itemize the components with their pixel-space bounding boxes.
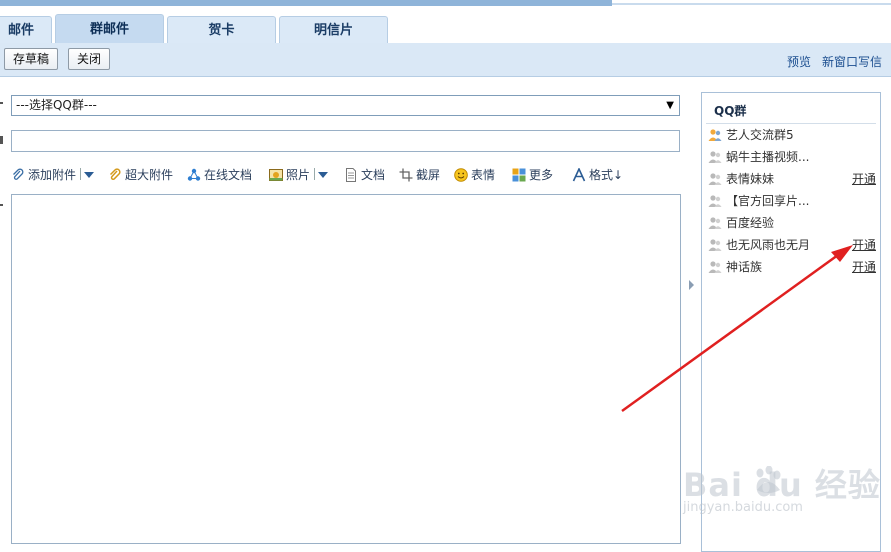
online-doc-tool[interactable]: 在线文档 xyxy=(187,165,252,185)
add-attachment-tool[interactable]: 添加附件 xyxy=(11,165,95,185)
dropdown-arrow-icon: ▼ xyxy=(666,100,674,111)
recipient-label-fragment xyxy=(0,98,4,110)
photo-label: 照片 xyxy=(286,168,311,182)
label-fragment-icon xyxy=(0,102,3,104)
group-item[interactable]: 【官方回享片... xyxy=(706,192,878,210)
online-doc-icon xyxy=(187,168,201,181)
large-paperclip-icon xyxy=(109,168,121,180)
format-label: 格式↓ xyxy=(589,168,624,182)
baidu-paw-icon xyxy=(756,466,781,493)
group-icon xyxy=(708,217,722,229)
group-name: 神话族 xyxy=(726,260,763,274)
group-icon xyxy=(708,239,722,251)
preview-link[interactable]: 预览 xyxy=(787,53,811,70)
group-icon xyxy=(708,195,722,207)
message-body-editor[interactable] xyxy=(11,194,681,544)
group-item[interactable]: 百度经验 xyxy=(706,214,878,232)
large-attachment-tool[interactable]: 超大附件 xyxy=(108,165,173,185)
group-name: 【官方回享片... xyxy=(726,194,810,208)
large-attachment-label: 超大附件 xyxy=(125,168,174,182)
subject-label-fragment xyxy=(0,134,4,146)
group-item[interactable]: 艺人交流群5 xyxy=(706,126,878,144)
online-doc-label: 在线文档 xyxy=(204,168,253,182)
label-fragment-icon xyxy=(0,136,3,144)
tab-group-mail[interactable]: 群邮件 xyxy=(55,14,164,44)
top-bar xyxy=(0,0,612,6)
paperclip-icon xyxy=(13,168,24,180)
group-name: 蜗牛主播视频... xyxy=(726,150,810,164)
chevron-down-icon[interactable] xyxy=(318,172,329,178)
group-open-link[interactable]: 开通 xyxy=(852,236,876,254)
tool-separator xyxy=(80,168,82,180)
editor-tools: 添加附件 超大附件 在线文档 照片 文档 截屏 表情 更多 格式↓ xyxy=(11,165,691,185)
chevron-down-icon[interactable] xyxy=(84,172,95,178)
format-tool[interactable]: 格式↓ xyxy=(572,165,623,185)
document-tool[interactable]: 文档 xyxy=(344,165,385,185)
screenshot-label: 截屏 xyxy=(416,168,441,182)
screenshot-tool[interactable]: 截屏 xyxy=(399,165,440,185)
more-grid-icon xyxy=(512,168,526,182)
group-icon xyxy=(708,151,722,163)
group-icon xyxy=(708,173,722,185)
group-name: 也无风雨也无月 xyxy=(726,238,811,252)
document-icon xyxy=(346,168,356,182)
photo-icon xyxy=(269,169,283,181)
qq-group-select[interactable]: ---选择QQ群--- ▼ xyxy=(11,95,680,116)
tab-postcard[interactable]: 明信片 xyxy=(279,16,388,43)
sidebar-title: QQ群 xyxy=(714,104,747,118)
group-open-link[interactable]: 开通 xyxy=(852,258,876,276)
photo-tool[interactable]: 照片 xyxy=(269,165,329,185)
document-label: 文档 xyxy=(361,168,386,182)
screenshot-icon xyxy=(399,168,413,182)
font-format-icon xyxy=(572,168,586,182)
group-name: 表情妹妹 xyxy=(726,172,775,186)
new-window-link[interactable]: 新窗口写信 xyxy=(822,53,882,70)
compose-toolbar: 存草稿 关闭 预览 新窗口写信 xyxy=(0,43,891,77)
emoticon-tool[interactable]: 表情 xyxy=(454,165,495,185)
body-label-fragment xyxy=(0,200,4,212)
collapse-sidebar-arrow-icon[interactable] xyxy=(689,280,694,290)
add-attachment-label: 添加附件 xyxy=(28,168,77,182)
top-line xyxy=(612,3,891,5)
subject-input[interactable] xyxy=(11,130,680,152)
group-name: 百度经验 xyxy=(726,216,775,230)
tab-greeting-card[interactable]: 贺卡 xyxy=(167,16,276,43)
group-open-link[interactable]: 开通 xyxy=(852,170,876,188)
group-name: 艺人交流群5 xyxy=(726,128,794,142)
group-item[interactable]: 也无风雨也无月 开通 xyxy=(706,236,878,254)
qq-group-select-value: ---选择QQ群--- xyxy=(16,98,97,112)
top-strip xyxy=(0,0,891,7)
label-fragment-icon xyxy=(0,204,3,206)
emoticon-label: 表情 xyxy=(471,168,496,182)
smiley-icon xyxy=(454,168,468,182)
group-item[interactable]: 神话族 开通 xyxy=(706,258,878,276)
watermark-url: jingyan.baidu.com xyxy=(683,500,803,515)
more-label: 更多 xyxy=(529,168,554,182)
save-draft-button[interactable]: 存草稿 xyxy=(4,48,59,70)
group-icon xyxy=(708,261,722,273)
group-item[interactable]: 蜗牛主播视频... xyxy=(706,148,878,166)
tab-mail[interactable]: 邮件 xyxy=(0,16,52,43)
more-tool[interactable]: 更多 xyxy=(512,165,553,185)
sidebar-divider xyxy=(706,123,876,124)
close-button[interactable]: 关闭 xyxy=(68,48,111,70)
tab-bar: 邮件 群邮件 贺卡 明信片 xyxy=(0,10,891,44)
group-item[interactable]: 表情妹妹 开通 xyxy=(706,170,878,188)
group-active-icon xyxy=(708,129,722,141)
tool-separator xyxy=(314,168,316,180)
